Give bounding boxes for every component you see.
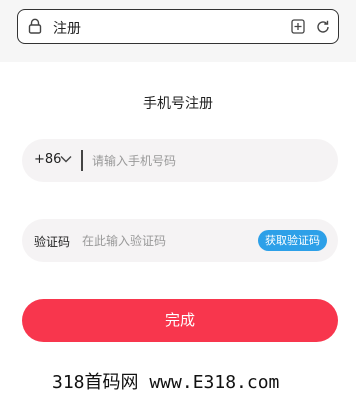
address-bar[interactable]: 注册 — [17, 9, 339, 44]
phone-field: +86 — [22, 139, 338, 182]
field-divider — [81, 150, 83, 171]
verification-code-input[interactable] — [82, 230, 252, 251]
watermark-text: 318首码网 www.E318.com — [52, 372, 280, 393]
page-heading: 手机号注册 — [143, 96, 213, 112]
verification-code-label: 验证码 — [34, 235, 71, 249]
chevron-down-icon[interactable] — [60, 155, 72, 164]
page-title: 注册 — [53, 21, 81, 37]
verification-code-field: 验证码 获取验证码 — [22, 219, 338, 262]
reload-icon[interactable] — [315, 19, 331, 35]
phone-input[interactable] — [92, 150, 322, 171]
browser-top-bar: 注册 — [0, 0, 356, 62]
lock-icon — [28, 18, 42, 34]
submit-button[interactable]: 完成 — [22, 299, 338, 342]
get-code-button[interactable]: 获取验证码 — [258, 230, 327, 251]
country-code-select[interactable]: +86 — [34, 152, 61, 167]
bookmark-icon[interactable] — [291, 19, 305, 34]
